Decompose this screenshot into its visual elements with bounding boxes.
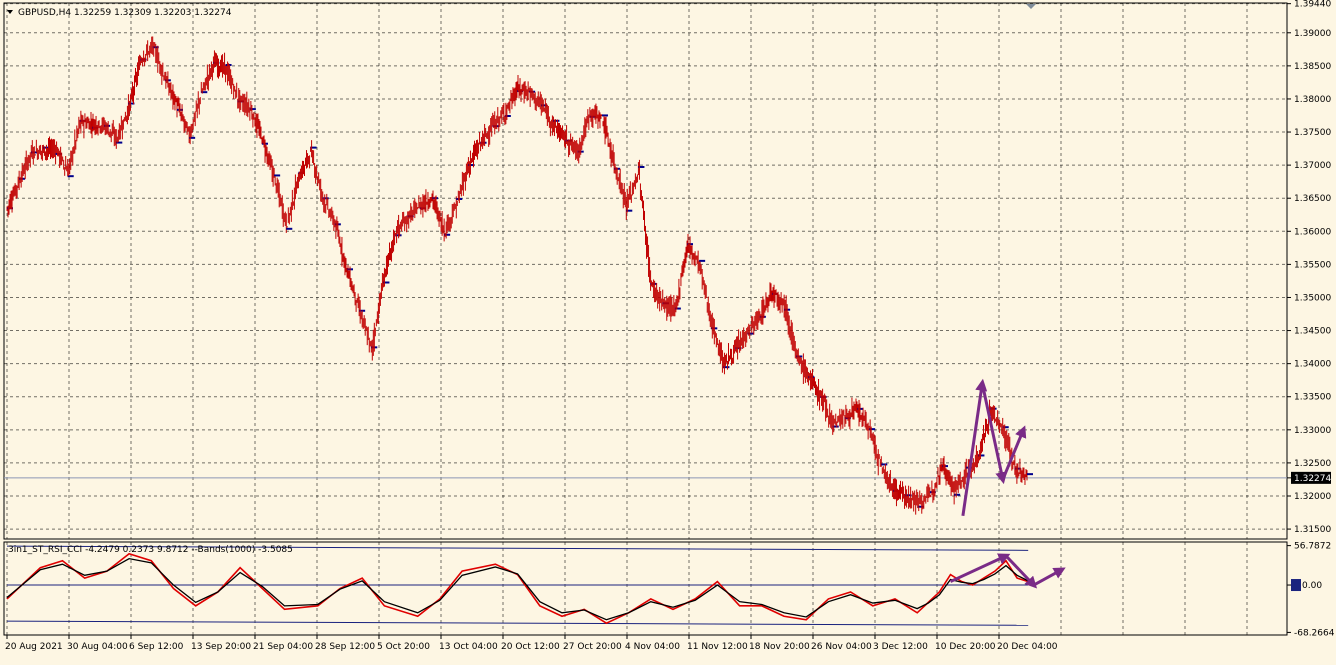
indicator-projection-arrow_2 xyxy=(1004,554,1038,589)
indicator-lines xyxy=(6,545,1066,626)
price-panel[interactable] xyxy=(3,2,1288,540)
dropdown-triangle-icon[interactable] xyxy=(7,10,13,14)
price-label: 1.37000 xyxy=(1294,161,1331,171)
time-label: 5 Oct 20:00 xyxy=(377,642,430,652)
price-label: 1.38000 xyxy=(1294,95,1331,105)
price-label: 1.37500 xyxy=(1294,128,1331,138)
price-label: 1.35000 xyxy=(1294,293,1331,303)
time-label: 10 Dec 20:00 xyxy=(935,642,996,652)
price-label: 1.33000 xyxy=(1294,426,1331,436)
price-label: 1.36500 xyxy=(1294,194,1331,204)
chart-svg[interactable]: 1.39440 1.39000 1.38500 1.38000 1.37500 1.370… xyxy=(0,0,1336,661)
price-label: 1.31500 xyxy=(1294,525,1331,535)
time-label: 21 Sep 04:00 xyxy=(253,642,313,652)
time-axis: 20 Aug 2021 30 Aug 04:00 6 Sep 12:00 13 Sep… xyxy=(5,635,1058,652)
time-label: 28 Sep 12:00 xyxy=(315,642,375,652)
price-label: 1.32500 xyxy=(1294,459,1331,469)
time-label: 27 Oct 20:00 xyxy=(563,642,622,652)
price-label: 1.39000 xyxy=(1294,29,1331,39)
time-label: 18 Nov 20:00 xyxy=(749,642,810,652)
time-label: 20 Oct 12:00 xyxy=(501,642,560,652)
price-label: 1.33500 xyxy=(1294,393,1331,403)
time-label: 4 Nov 04:00 xyxy=(625,642,680,652)
indicator-value-label: 0.00 xyxy=(1302,581,1322,591)
price-label: 1.34500 xyxy=(1294,327,1331,337)
price-label: 1.32000 xyxy=(1294,492,1331,502)
price-bars xyxy=(6,36,1033,515)
indicator-value-label: -68.2664 xyxy=(1294,628,1335,638)
indicator-fast-line xyxy=(6,552,1029,625)
price-label: 1.39440 xyxy=(1294,0,1331,10)
time-label: 3 Dec 12:00 xyxy=(873,642,928,652)
indicator-zero-box xyxy=(1291,579,1301,592)
grid-lines xyxy=(4,3,1287,635)
time-label: 20 Aug 2021 xyxy=(5,642,63,652)
price-axis: 1.39440 1.39000 1.38500 1.38000 1.37500 1.370… xyxy=(1287,0,1335,638)
indicator-projection-arrow_3 xyxy=(1033,567,1066,587)
shift-marker-icon[interactable] xyxy=(1026,4,1036,9)
indicator-label: 3in1_ST_RSI_CCI -4.2479 0.2373 9.8712 --… xyxy=(8,545,293,555)
chart-title: GBPUSD,H4 1.32259 1.32309 1.32203 1.3227… xyxy=(18,8,232,18)
time-label: 6 Sep 12:00 xyxy=(129,642,184,652)
indicator-value-label: 56.7872 xyxy=(1294,542,1331,552)
price-label: 1.35500 xyxy=(1294,260,1331,270)
price-label: 1.34000 xyxy=(1294,360,1331,370)
current-price-label: 1.32274 xyxy=(1294,474,1331,484)
time-label: 13 Oct 04:00 xyxy=(439,642,498,652)
chart-window[interactable]: 1.39440 1.39000 1.38500 1.38000 1.37500 1.370… xyxy=(0,0,1336,661)
time-label: 20 Dec 04:00 xyxy=(997,642,1058,652)
time-label: 13 Sep 20:00 xyxy=(191,642,251,652)
price-label: 1.36000 xyxy=(1294,227,1331,237)
time-label: 26 Nov 04:00 xyxy=(811,642,872,652)
indicator-panel[interactable] xyxy=(3,541,1288,636)
price-label: 1.38500 xyxy=(1294,62,1331,72)
time-label: 30 Aug 04:00 xyxy=(67,642,128,652)
time-label: 11 Nov 12:00 xyxy=(687,642,748,652)
